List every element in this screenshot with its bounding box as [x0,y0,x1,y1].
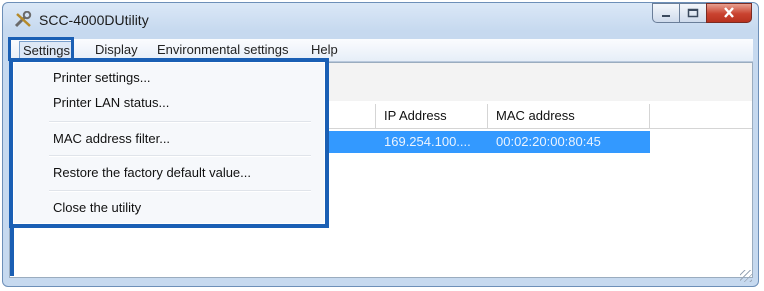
title-bar: SCC-4000DUtility [3,3,758,37]
column-header-ip-address[interactable]: IP Address [376,104,488,128]
close-icon [723,6,735,21]
minimize-button[interactable] [652,3,679,23]
minimize-icon [661,6,671,21]
menu-item-printer-lan-status[interactable]: Printer LAN status... [53,95,169,110]
maximize-button[interactable] [679,3,706,23]
menu-item-restore-factory-default[interactable]: Restore the factory default value... [53,165,251,180]
tools-icon [13,10,35,29]
window-title: SCC-4000DUtility [39,12,149,28]
column-header-mac-address[interactable]: MAC address [488,104,650,128]
resize-grip-icon[interactable] [740,270,752,282]
highlight-bracket [10,228,14,276]
menu-item-close-utility[interactable]: Close the utility [53,200,141,215]
menu-display[interactable]: Display [95,42,138,57]
table-cell-ip-address: 169.254.100.... [376,131,488,153]
menu-item-mac-address-filter[interactable]: MAC address filter... [53,131,170,146]
menu-separator [49,121,311,123]
settings-dropdown-menu: Printer settings... Printer LAN status..… [9,58,329,228]
menu-separator [49,155,311,157]
table-cell-mac-address: 00:02:20:00:80:45 [488,131,650,153]
menu-environmental-settings[interactable]: Environmental settings [157,42,289,57]
menu-help[interactable]: Help [311,42,338,57]
menu-separator [49,190,311,192]
menu-item-printer-settings[interactable]: Printer settings... [53,70,151,85]
close-button[interactable] [706,3,752,23]
maximize-icon [687,6,699,21]
